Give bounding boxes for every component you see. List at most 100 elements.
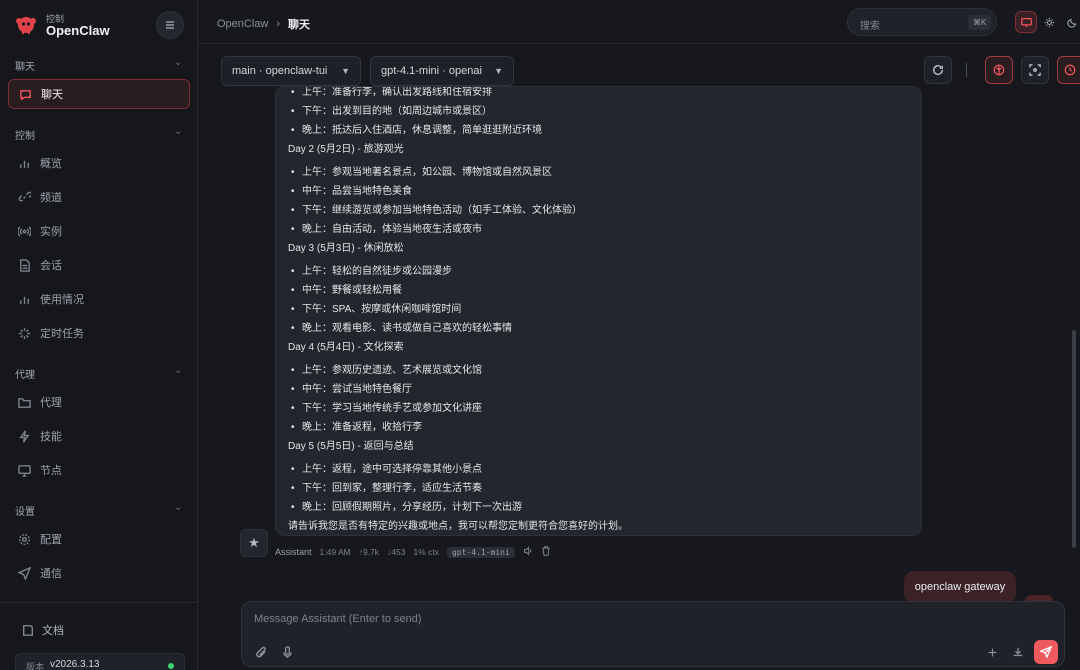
new-chat-button[interactable] xyxy=(983,643,1001,661)
sidebar-item-overview[interactable]: 概览 xyxy=(8,148,190,178)
message-input[interactable] xyxy=(254,613,1034,625)
sidebar-item-chat[interactable]: 聊天 xyxy=(8,79,190,109)
speaker-icon[interactable] xyxy=(523,546,533,558)
message-meta: Assistant 1:49 AM ↑9.7k ↓453 1% ctx gpt-… xyxy=(275,546,551,558)
sidebar-item-config[interactable]: 配置 xyxy=(8,524,190,554)
sidebar-item-channels[interactable]: 频道 xyxy=(8,182,190,212)
plus-icon xyxy=(988,648,996,656)
link-icon xyxy=(17,190,31,204)
list-item: 上午：参观当地著名景点，如公园、博物馆或自然风景区 xyxy=(288,163,908,182)
sidebar-item-skills[interactable]: 技能 xyxy=(8,421,190,451)
section-label-control[interactable]: 控制 xyxy=(15,127,35,142)
export-button[interactable] xyxy=(1009,643,1027,661)
sidebar-item-label: 会话 xyxy=(40,260,62,272)
thinking-toggle-button[interactable] xyxy=(985,56,1013,84)
brand-title: OpenClaw xyxy=(46,23,110,38)
send-icon xyxy=(17,566,31,580)
sidebar-item-label: 实例 xyxy=(40,226,62,238)
trash-icon[interactable] xyxy=(541,546,551,558)
download-icon xyxy=(1013,647,1023,657)
microphone-icon xyxy=(282,645,292,658)
broadcast-icon xyxy=(17,224,31,238)
day1-list: 上午：准备行李，确认出发路线和住宿安排 下午：出发到目的地（如周边城市或景区） … xyxy=(288,87,908,140)
send-icon xyxy=(1040,646,1052,658)
sender-name: Assistant xyxy=(275,547,312,557)
sidebar-item-label: 节点 xyxy=(40,465,62,477)
sidebar-item-comms[interactable]: 通信 xyxy=(8,558,190,588)
gear-icon xyxy=(17,532,31,546)
section-label-settings[interactable]: 设置 xyxy=(15,503,35,518)
theme-light-button[interactable] xyxy=(1038,11,1060,33)
chevron-down-icon[interactable]: ⌄ xyxy=(174,126,182,137)
breadcrumb-separator: › xyxy=(276,18,281,30)
model-select[interactable]: gpt-4.1-mini · openai ▼ xyxy=(370,56,514,86)
user-message: openclaw gateway xyxy=(904,571,1016,603)
day-heading: Day 2 (5月2日) - 旅游观光 xyxy=(288,144,404,155)
list-item: 上午：参观历史遗迹、艺术展览或文化馆 xyxy=(288,361,908,380)
search-input[interactable]: 搜索 ⌘K xyxy=(847,8,997,36)
docs-label: 文档 xyxy=(42,625,64,637)
monitor-icon xyxy=(1020,17,1032,27)
theme-dark-button[interactable] xyxy=(1061,11,1080,33)
list-item: 下午：继续游览或参加当地特色活动（如手工体验、文化体验） xyxy=(288,201,908,220)
version-badge: 版本 v2026.3.13 xyxy=(15,653,185,670)
list-item: 晚上：抵达后入住酒店，休息调整，简单逛逛附近环境 xyxy=(288,121,908,140)
version-value: v2026.3.13 xyxy=(50,659,100,670)
sidebar-item-label: 使用情况 xyxy=(40,294,84,306)
sidebar-item-usage[interactable]: 使用情况 xyxy=(8,284,190,314)
send-button[interactable] xyxy=(1034,640,1058,664)
voice-button[interactable] xyxy=(278,643,296,661)
version-label: 版本 xyxy=(26,662,45,670)
attach-button[interactable] xyxy=(252,643,270,661)
docs-link[interactable]: 文档 xyxy=(22,622,64,638)
menu-icon xyxy=(166,21,174,29)
list-item: 晚上：观看电影、读书或做自己喜欢的轻松事情 xyxy=(288,319,908,338)
breadcrumb-root[interactable]: OpenClaw xyxy=(217,18,268,30)
session-select[interactable]: main · openclaw-tui ▼ xyxy=(221,56,361,86)
sun-icon xyxy=(1044,17,1054,27)
sidebar-item-label: 聊天 xyxy=(41,89,63,101)
list-item: 下午：学习当地传统手艺或参加文化讲座 xyxy=(288,399,908,418)
theme-switcher xyxy=(1011,8,1080,36)
day-list: 上午：参观当地著名景点，如公园、博物馆或自然风景区 中午：品尝当地特色美食 下午… xyxy=(288,163,908,239)
focus-button[interactable] xyxy=(1021,56,1049,84)
section-label-agent[interactable]: 代理 xyxy=(15,366,35,381)
list-item: 上午：准备行李，确认出发路线和住宿安排 xyxy=(288,87,908,102)
moon-icon xyxy=(1066,18,1076,28)
sidebar-toggle-button[interactable] xyxy=(156,11,184,39)
chevron-down-icon[interactable]: ⌄ xyxy=(174,502,182,513)
day-heading: Day 4 (5月4日) - 文化探索 xyxy=(288,342,404,353)
brain-icon xyxy=(993,64,1005,76)
tokens-out: ↓453 xyxy=(387,547,406,557)
chat-icon xyxy=(18,87,32,101)
list-item: 晚上：自由活动，体验当地夜生活或夜市 xyxy=(288,220,908,239)
assistant-avatar: ★ xyxy=(240,529,268,557)
day-list: 上午：参观历史遗迹、艺术展览或文化馆 中午：尝试当地特色餐厅 下午：学习当地传统… xyxy=(288,361,908,437)
list-item: 下午：回到家，整理行李，适应生活节奏 xyxy=(288,479,908,498)
sidebar-item-agents[interactable]: 代理 xyxy=(8,387,190,417)
scrollbar[interactable] xyxy=(1072,330,1076,548)
section-label-chat[interactable]: 聊天 xyxy=(15,58,35,73)
breadcrumb: OpenClaw › 聊天 xyxy=(217,16,310,32)
day-heading: Day 5 (5月5日) - 返回与总结 xyxy=(288,441,414,452)
day-list: 上午：轻松的自然徒步或公园漫步 中午：野餐或轻松用餐 下午：SPA、按摩或休闲咖… xyxy=(288,262,908,338)
openclaw-logo-icon xyxy=(16,17,36,34)
refresh-button[interactable] xyxy=(924,56,952,84)
sparkle-icon xyxy=(17,326,31,340)
closing-text: 请告诉我您是否有特定的兴趣或地点，我可以帮您定制更符合您喜好的计划。 xyxy=(288,521,628,532)
paperclip-icon xyxy=(255,646,266,657)
cron-button[interactable] xyxy=(1057,56,1080,84)
sidebar-item-label: 频道 xyxy=(40,192,62,204)
sidebar-item-label: 概览 xyxy=(40,158,62,170)
theme-system-button[interactable] xyxy=(1015,11,1037,33)
sidebar-item-sessions[interactable]: 会话 xyxy=(8,250,190,280)
sidebar-item-instances[interactable]: 实例 xyxy=(8,216,190,246)
session-select-value: main · openclaw-tui xyxy=(232,65,328,77)
sidebar-item-cron[interactable]: 定时任务 xyxy=(8,318,190,348)
list-item: 下午：SPA、按摩或休闲咖啡馆时间 xyxy=(288,300,908,319)
chevron-down-icon[interactable]: ⌄ xyxy=(174,365,182,376)
chevron-down-icon[interactable]: ⌄ xyxy=(174,57,182,68)
sidebar-item-nodes[interactable]: 节点 xyxy=(8,455,190,485)
top-bar: OpenClaw › 聊天 搜索 ⌘K xyxy=(199,0,1080,44)
sidebar-item-label: 代理 xyxy=(40,397,62,409)
